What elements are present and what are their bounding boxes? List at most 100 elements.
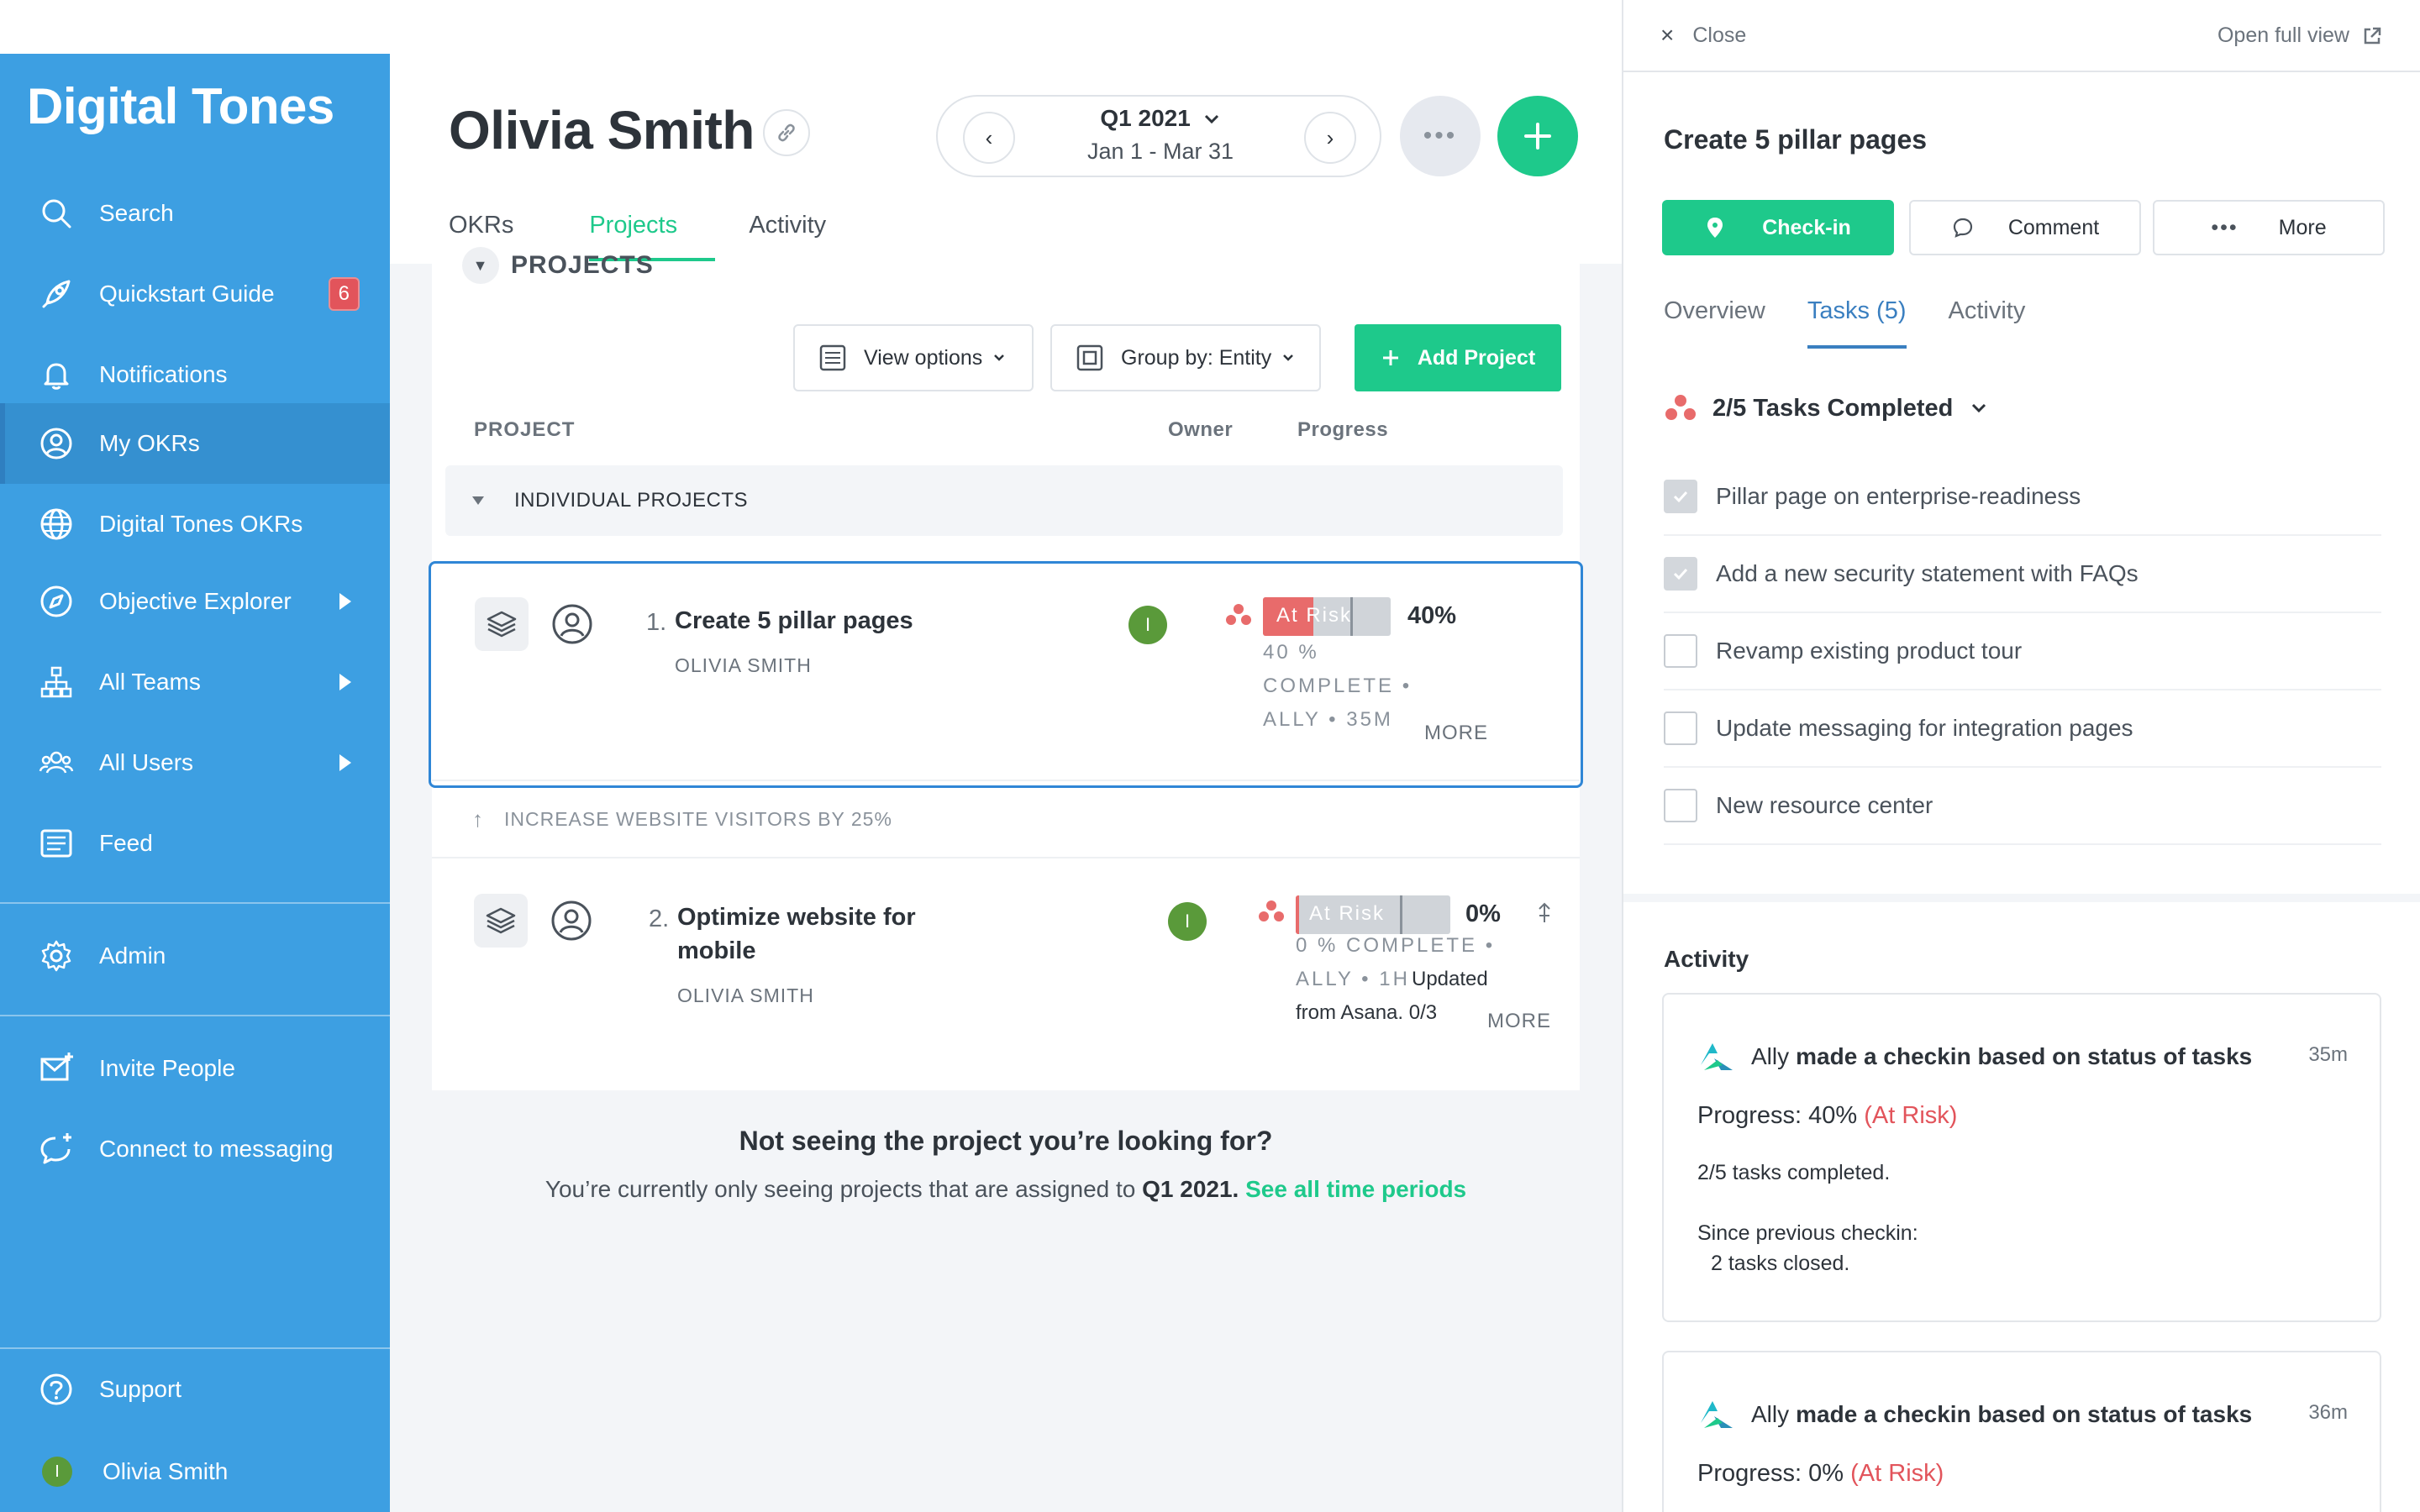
add-project-button[interactable]: Add Project bbox=[1355, 324, 1561, 391]
close-button[interactable]: × Close bbox=[1660, 22, 1746, 49]
more-actions-button[interactable]: ••• bbox=[1400, 96, 1481, 176]
task-label: Add a new security statement with FAQs bbox=[1716, 560, 2139, 586]
task-checkbox[interactable] bbox=[1664, 634, 1697, 668]
activity-actor[interactable]: Ally bbox=[1751, 1043, 1789, 1070]
expand-arrow-icon[interactable] bbox=[339, 593, 351, 610]
progress-meta-line: COMPLETE • bbox=[1263, 675, 1413, 697]
sidebar-item-invite-people[interactable]: Invite People bbox=[0, 1028, 390, 1109]
link-icon bbox=[778, 123, 795, 142]
invite-mail-icon bbox=[40, 1053, 73, 1081]
avatar[interactable]: I bbox=[1128, 606, 1167, 644]
sidebar-item-search[interactable]: Search bbox=[0, 173, 390, 254]
sidebar-item-feed[interactable]: Feed bbox=[0, 803, 390, 884]
check-in-button[interactable]: Check-in bbox=[1662, 200, 1894, 255]
view-options-label: View options bbox=[864, 345, 983, 370]
comment-button[interactable]: Comment bbox=[1909, 200, 2141, 255]
task-checkbox[interactable] bbox=[1664, 557, 1697, 591]
asana-icon bbox=[1226, 604, 1251, 625]
tab-overview[interactable]: Overview bbox=[1664, 297, 1765, 349]
more-link[interactable]: MORE bbox=[1487, 1010, 1551, 1033]
brand-logo[interactable]: Digital Tones bbox=[27, 77, 334, 135]
progress-meta-line: from Asana. 0/3 bbox=[1296, 1001, 1438, 1024]
status-label: At Risk bbox=[1276, 604, 1353, 627]
sort-priority-icon[interactable] bbox=[1536, 900, 1553, 926]
group-by-button[interactable]: Group by: Entity bbox=[1050, 324, 1321, 391]
sidebar-item-label: My OKRs bbox=[99, 430, 200, 456]
more-button[interactable]: ••• More bbox=[2153, 200, 2385, 255]
sidebar-item-admin[interactable]: Admin bbox=[0, 916, 390, 996]
activity-progress: Progress: 40% (At Risk) bbox=[1697, 1102, 1957, 1130]
projects-card: ▼ PROJECTS View options Group by: Entity… bbox=[429, 247, 1583, 1090]
expand-arrow-icon[interactable] bbox=[339, 674, 351, 690]
projects-section-header[interactable]: ▼ PROJECTS bbox=[462, 247, 654, 284]
activity-time: 35m bbox=[2308, 1043, 2348, 1066]
comment-label: Comment bbox=[2007, 215, 2100, 239]
sidebar-item-label: Support bbox=[99, 1376, 182, 1402]
collapse-chevron-icon[interactable]: ▼ bbox=[462, 247, 499, 284]
activity-actor[interactable]: Ally bbox=[1751, 1401, 1789, 1428]
project-name-continued[interactable]: mobile bbox=[677, 934, 755, 968]
task-checkbox[interactable] bbox=[1664, 480, 1697, 513]
close-icon: × bbox=[1660, 22, 1675, 48]
activity-body: 2/5 tasks completed. Since previous chec… bbox=[1697, 1158, 1918, 1278]
task-item: Revamp existing product tour bbox=[1664, 613, 2381, 690]
project-number: 2. bbox=[649, 906, 670, 932]
page-header: Olivia Smith ‹ Q1 2021 Jan 1 - Mar 31 › … bbox=[390, 0, 1622, 264]
open-full-view-link[interactable]: Open full view bbox=[2217, 24, 2383, 48]
column-header-progress: Progress bbox=[1297, 418, 1389, 441]
sidebar-item-all-teams[interactable]: All Teams bbox=[0, 642, 390, 722]
sidebar-item-profile[interactable]: I Olivia Smith bbox=[0, 1431, 390, 1512]
avatar[interactable]: I bbox=[1168, 902, 1207, 941]
see-all-periods-link[interactable]: See all time periods bbox=[1245, 1176, 1466, 1202]
next-period-button[interactable]: › bbox=[1304, 112, 1356, 164]
sidebar-item-my-okrs[interactable]: My OKRs bbox=[0, 403, 390, 484]
linked-objective-row[interactable]: ↑ INCREASE WEBSITE VISITORS BY 25% bbox=[432, 780, 1580, 858]
chevron-down-icon bbox=[994, 354, 1005, 361]
ally-logo-icon bbox=[1701, 1401, 1733, 1428]
progress-meta-line: ALLY • 35M bbox=[1263, 708, 1393, 731]
group-row-individual[interactable]: INDIVIDUAL PROJECTS bbox=[445, 465, 1563, 536]
activity-progress-label: Progress: 0% bbox=[1697, 1460, 1844, 1487]
sidebar-item-support[interactable]: Support bbox=[0, 1349, 390, 1430]
task-checkbox[interactable] bbox=[1664, 711, 1697, 745]
activity-time: 36m bbox=[2308, 1401, 2348, 1424]
progress-meta-line: 0 % COMPLETE • bbox=[1296, 934, 1496, 957]
expand-arrow-icon[interactable] bbox=[339, 754, 351, 771]
progress-bar: At Risk bbox=[1263, 597, 1391, 636]
sidebar-item-connect-messaging[interactable]: Connect to messaging bbox=[0, 1109, 390, 1189]
project-name[interactable]: Optimize website for bbox=[677, 900, 916, 934]
create-button[interactable] bbox=[1497, 96, 1578, 176]
ellipsis-icon: ••• bbox=[1423, 122, 1458, 150]
project-name[interactable]: Create 5 pillar pages bbox=[675, 604, 913, 638]
list-view-icon bbox=[819, 344, 846, 371]
sidebar-item-company-okrs[interactable]: Digital Tones OKRs bbox=[0, 484, 390, 564]
sidebar-item-objective-explorer[interactable]: Objective Explorer bbox=[0, 561, 390, 642]
sidebar-item-all-users[interactable]: All Users bbox=[0, 722, 390, 803]
add-project-label: Add Project bbox=[1417, 345, 1536, 370]
tab-tasks[interactable]: Tasks (5) bbox=[1807, 297, 1907, 349]
search-icon bbox=[42, 199, 71, 228]
tab-activity[interactable]: Activity bbox=[1949, 297, 2026, 349]
task-checkbox[interactable] bbox=[1664, 789, 1697, 822]
tab-activity[interactable]: Activity bbox=[749, 212, 826, 261]
arrow-up-icon: ↑ bbox=[472, 806, 484, 832]
column-header-project: PROJECT bbox=[474, 418, 576, 441]
org-chart-icon bbox=[40, 666, 72, 698]
view-options-button[interactable]: View options bbox=[793, 324, 1034, 391]
avatar: I bbox=[42, 1457, 72, 1487]
sidebar-item-quickstart[interactable]: Quickstart Guide 6 bbox=[0, 254, 390, 334]
sidebar: Digital Tones Search Quickstart Guide 6 … bbox=[0, 0, 390, 1512]
task-item: New resource center bbox=[1664, 768, 2381, 845]
sidebar-item-label: Connect to messaging bbox=[99, 1136, 334, 1162]
activity-risk: (At Risk) bbox=[1864, 1102, 1958, 1129]
activity-body-line: Since previous checkin: bbox=[1697, 1221, 1918, 1245]
more-link[interactable]: MORE bbox=[1424, 722, 1488, 745]
copy-link-button[interactable] bbox=[763, 109, 810, 156]
project-row[interactable]: 2. Optimize website for mobile OLIVIA SM… bbox=[432, 862, 1580, 1089]
activity-risk: (At Risk) bbox=[1850, 1460, 1944, 1487]
project-row[interactable]: 1. Create 5 pillar pages OLIVIA SMITH I … bbox=[429, 561, 1583, 788]
progress-meta-line: 40 % bbox=[1263, 641, 1319, 664]
tasks-summary-dropdown[interactable]: 2/5 Tasks Completed bbox=[1664, 393, 2003, 423]
sidebar-panel: Digital Tones Search Quickstart Guide 6 … bbox=[0, 54, 390, 1512]
